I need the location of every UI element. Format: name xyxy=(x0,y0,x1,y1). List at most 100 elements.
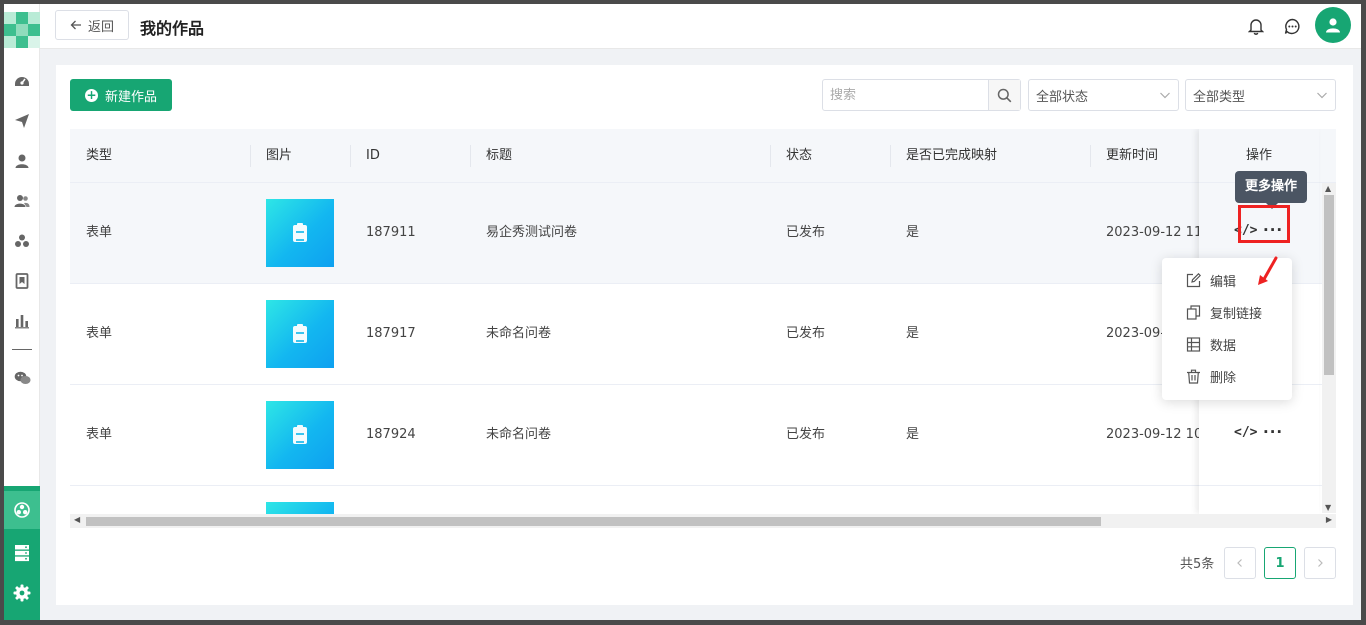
back-label: 返回 xyxy=(87,19,114,35)
chevron-down-icon xyxy=(1317,92,1327,99)
bell-icon[interactable] xyxy=(1245,15,1267,37)
status-filter-select[interactable]: 全部状态 xyxy=(1028,79,1179,111)
menu-item-label: 数据 xyxy=(1210,338,1237,354)
cell-type: 表单 xyxy=(86,326,113,341)
next-page-button[interactable] xyxy=(1304,547,1336,579)
menu-item-label: 删除 xyxy=(1210,370,1237,386)
table-row[interactable] xyxy=(70,486,1336,514)
page-title: 我的作品 xyxy=(140,19,205,38)
avatar[interactable] xyxy=(1315,7,1351,43)
chevron-left-icon xyxy=(1237,559,1242,567)
chevron-down-icon xyxy=(1160,92,1170,99)
new-work-button[interactable]: + 新建作品 xyxy=(70,79,172,111)
col-divider xyxy=(890,145,891,167)
col-divider xyxy=(250,145,251,167)
message-icon[interactable] xyxy=(1281,15,1303,37)
plus-circle-icon: + xyxy=(84,87,98,102)
menu-item-label: 编辑 xyxy=(1210,274,1237,290)
cell-id: 187924 xyxy=(366,427,416,442)
col-type: 类型 xyxy=(86,148,113,163)
col-divider xyxy=(350,145,351,167)
badge-icon[interactable] xyxy=(10,269,34,293)
works-card: + 新建作品 全部状态 全部类型 类型 图片 ID 标题 xyxy=(56,65,1353,605)
cell-mapped: 是 xyxy=(906,326,920,341)
cell-title: 易企秀测试问卷 xyxy=(486,225,578,240)
col-divider xyxy=(770,145,771,167)
user-icon[interactable] xyxy=(10,149,34,173)
back-button[interactable]: 返回 xyxy=(55,10,129,40)
scroll-left-icon[interactable]: ◀ xyxy=(74,515,80,524)
col-status: 状态 xyxy=(786,148,813,163)
col-title: 标题 xyxy=(486,148,513,163)
table-header: 类型 图片 ID 标题 状态 是否已完成映射 更新时间 xyxy=(70,129,1336,183)
menu-item-label: 复制链接 xyxy=(1210,306,1263,322)
prev-page-button[interactable] xyxy=(1224,547,1256,579)
users-icon[interactable] xyxy=(10,189,34,213)
clipboard-icon xyxy=(293,424,307,444)
server-icon[interactable] xyxy=(10,541,34,565)
cell-updated: 2023-09-12 10: xyxy=(1106,427,1207,442)
work-thumbnail[interactable] xyxy=(266,300,334,368)
new-work-label: 新建作品 xyxy=(104,89,157,105)
dashboard-icon[interactable] xyxy=(10,69,34,93)
cell-type: 表单 xyxy=(86,427,113,442)
search-button[interactable] xyxy=(988,80,1020,110)
col-image: 图片 xyxy=(266,148,293,163)
cell-title: 未命名问卷 xyxy=(486,427,552,442)
vertical-scrollbar[interactable]: ▲ ▼ xyxy=(1322,183,1336,513)
copy-link-icon xyxy=(1186,304,1201,320)
arrow-left-icon xyxy=(70,20,81,30)
menu-item-data[interactable]: 数据 xyxy=(1162,328,1292,360)
work-thumbnail[interactable] xyxy=(266,502,334,514)
search-icon xyxy=(997,88,1012,102)
table-row[interactable]: 表单 187917 未命名问卷 已发布 是 2023-09- xyxy=(70,284,1336,385)
annotation-highlight-box xyxy=(1238,205,1290,243)
sidebar-divider xyxy=(12,349,32,350)
wechat-icon[interactable] xyxy=(10,366,34,390)
menu-item-copy-link[interactable]: 复制链接 xyxy=(1162,296,1292,328)
search-box xyxy=(822,79,1021,111)
horizontal-scrollbar[interactable]: ◀ ▶ xyxy=(70,514,1336,528)
edit-icon xyxy=(1186,272,1201,287)
chart-icon[interactable] xyxy=(10,309,34,333)
cell-status: 已发布 xyxy=(786,225,826,240)
actions-cell: </> ··· xyxy=(1199,385,1319,486)
type-filter-value: 全部类型 xyxy=(1193,89,1246,105)
chevron-right-icon xyxy=(1318,559,1323,567)
table-row[interactable]: 表单 187924 未命名问卷 已发布 是 2023-09-12 10: xyxy=(70,385,1336,486)
page-number-button[interactable]: 1 xyxy=(1264,547,1296,579)
scroll-down-icon[interactable]: ▼ xyxy=(1325,503,1331,512)
top-header: 返回 我的作品 xyxy=(40,4,1361,49)
pagination-total: 共5条 xyxy=(1180,557,1215,572)
more-actions-button[interactable]: ··· xyxy=(1263,423,1283,441)
work-thumbnail[interactable] xyxy=(266,401,334,469)
scroll-right-icon[interactable]: ▶ xyxy=(1326,515,1332,524)
clipboard-icon xyxy=(293,323,307,343)
group-icon[interactable] xyxy=(10,229,34,253)
send-icon[interactable] xyxy=(10,109,34,133)
cell-status: 已发布 xyxy=(786,427,826,442)
actions-cell xyxy=(1199,486,1319,514)
cell-id: 187917 xyxy=(366,326,416,341)
cell-title: 未命名问卷 xyxy=(486,326,552,341)
sidebar xyxy=(4,4,40,620)
scrollbar-thumb[interactable] xyxy=(1324,195,1334,375)
gear-icon[interactable] xyxy=(10,581,34,605)
data-icon xyxy=(1186,336,1201,352)
search-input[interactable] xyxy=(823,80,988,110)
col-divider xyxy=(470,145,471,167)
scroll-up-icon[interactable]: ▲ xyxy=(1325,184,1331,193)
embed-code-icon[interactable]: </> xyxy=(1234,425,1257,440)
scrollbar-thumb[interactable] xyxy=(86,517,1101,526)
cell-status: 已发布 xyxy=(786,326,826,341)
type-filter-select[interactable]: 全部类型 xyxy=(1185,79,1336,111)
status-filter-value: 全部状态 xyxy=(1036,89,1089,105)
menu-item-delete[interactable]: 删除 xyxy=(1162,360,1292,392)
work-thumbnail[interactable] xyxy=(266,199,334,267)
col-mapped: 是否已完成映射 xyxy=(906,148,998,163)
col-updated: 更新时间 xyxy=(1106,148,1159,163)
table-row[interactable]: 表单 187911 易企秀测试问卷 已发布 是 2023-09-12 11: xyxy=(70,183,1336,284)
more-actions-tooltip: 更多操作 xyxy=(1235,171,1307,209)
works-icon[interactable] xyxy=(10,498,34,522)
cell-mapped: 是 xyxy=(906,427,920,442)
